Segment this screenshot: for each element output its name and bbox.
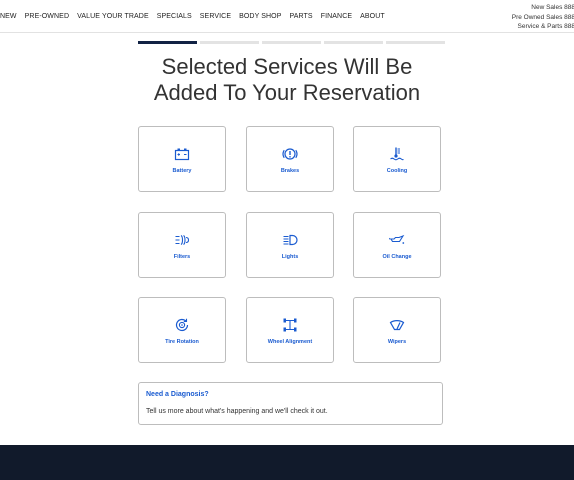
nav-parts[interactable]: PARTS	[290, 13, 313, 20]
service-tile-wheel-alignment[interactable]: Wheel Alignment	[246, 297, 334, 363]
nav-service[interactable]: SERVICE	[200, 13, 231, 20]
nav-about[interactable]: ABOUT	[360, 13, 385, 20]
filter-icon	[175, 235, 190, 245]
progress-step-2	[200, 41, 259, 44]
wheel-alignment-icon	[283, 318, 297, 332]
progress-step-5	[386, 41, 445, 44]
progress-step-4	[324, 41, 383, 44]
coolant-icon	[390, 147, 404, 161]
service-label-cooling: Cooling	[386, 168, 408, 174]
progress-step-1	[138, 41, 197, 44]
service-tile-filters[interactable]: Filters	[138, 212, 226, 278]
wiper-icon	[389, 320, 405, 331]
top-navigation-bar: NEW PRE-OWNED VALUE YOUR TRADE SPECIALS …	[0, 0, 574, 33]
service-tile-brakes[interactable]: Brakes	[246, 126, 334, 192]
page-footer	[0, 445, 574, 480]
brakes-icon	[282, 148, 298, 160]
service-label-lights: Lights	[281, 254, 299, 260]
service-label-tire-rotation: Tire Rotation	[165, 339, 199, 345]
service-label-battery: Battery	[172, 168, 192, 174]
diagnosis-heading: Need a Diagnosis?	[146, 391, 209, 398]
new-sales-phone[interactable]: New Sales 888-460	[512, 3, 574, 13]
nav-value-your-trade[interactable]: VALUE YOUR TRADE	[77, 13, 149, 20]
service-tile-tire-rotation[interactable]: Tire Rotation	[138, 297, 226, 363]
service-label-filters: Filters	[173, 254, 191, 260]
nav-body-shop[interactable]: BODY SHOP	[239, 13, 281, 20]
pre-owned-sales-phone[interactable]: Pre Owned Sales 888-695	[512, 13, 574, 23]
service-tile-lights[interactable]: Lights	[246, 212, 334, 278]
nav-pre-owned[interactable]: PRE-OWNED	[25, 13, 69, 20]
need-diagnosis-card[interactable]: Need a Diagnosis? Tell us more about wha…	[138, 382, 443, 425]
service-label-oil-change: Oil Change	[382, 254, 412, 260]
headlight-icon	[283, 234, 298, 246]
page-title-line-2: Added To Your Reservation	[153, 80, 421, 105]
nav-finance[interactable]: FINANCE	[321, 13, 352, 20]
nav-new[interactable]: NEW	[0, 13, 17, 20]
service-tile-cooling[interactable]: Cooling	[353, 126, 441, 192]
tire-rotation-icon	[175, 318, 189, 332]
page-title: Selected Services Will Be Added To Your …	[0, 54, 574, 106]
main-nav: NEW PRE-OWNED VALUE YOUR TRADE SPECIALS …	[0, 13, 385, 20]
contact-phones: New Sales 888-460 Pre Owned Sales 888-69…	[512, 3, 574, 32]
oil-can-icon	[389, 234, 405, 244]
service-label-brakes: Brakes	[280, 168, 300, 174]
service-tile-wipers[interactable]: Wipers	[353, 297, 441, 363]
service-tile-battery[interactable]: Battery	[138, 126, 226, 192]
battery-icon	[174, 148, 190, 161]
service-tile-oil-change[interactable]: Oil Change	[353, 212, 441, 278]
diagnosis-text: Tell us more about what's happening and …	[146, 408, 328, 415]
service-label-wipers: Wipers	[387, 339, 407, 345]
nav-specials[interactable]: SPECIALS	[157, 13, 192, 20]
step-progress-bar	[138, 41, 445, 44]
progress-step-3	[262, 41, 321, 44]
service-label-wheel-alignment: Wheel Alignment	[267, 339, 313, 345]
service-parts-phone[interactable]: Service & Parts 888-854	[512, 22, 574, 32]
page-title-line-1: Selected Services Will Be	[161, 54, 413, 79]
